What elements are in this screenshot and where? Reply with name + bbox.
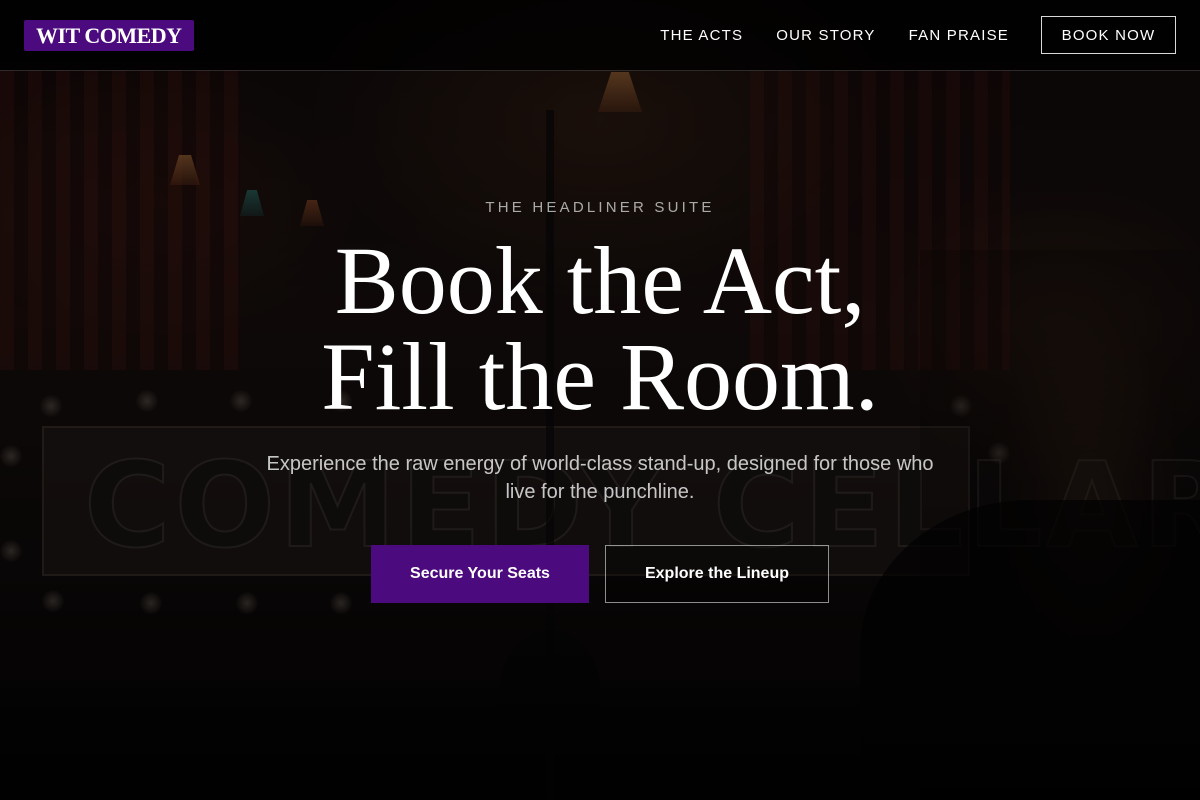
hero-section: COMEDY CELLAR WIT COMEDY THE ACTS OUR ST… bbox=[0, 0, 1200, 800]
secure-seats-button[interactable]: Secure Your Seats bbox=[371, 545, 589, 603]
main-nav: THE ACTS OUR STORY FAN PRAISE BOOK NOW bbox=[660, 16, 1176, 54]
brand-logo[interactable]: WIT COMEDY bbox=[24, 19, 194, 51]
hero-subtext: Experience the raw energy of world-class… bbox=[266, 453, 934, 503]
hero-headline: Book the Act, Fill the Room. bbox=[0, 233, 1200, 425]
hero-headline-line-2: Fill the Room. bbox=[321, 323, 879, 430]
site-header: WIT COMEDY THE ACTS OUR STORY FAN PRAISE… bbox=[0, 0, 1200, 71]
nav-link-the-acts[interactable]: THE ACTS bbox=[660, 27, 743, 44]
hero-eyebrow: THE HEADLINER SUITE bbox=[485, 199, 715, 216]
nav-link-fan-praise[interactable]: FAN PRAISE bbox=[909, 27, 1009, 44]
explore-lineup-button[interactable]: Explore the Lineup bbox=[605, 545, 829, 603]
book-now-button[interactable]: BOOK NOW bbox=[1041, 16, 1176, 54]
bottom-fade bbox=[0, 660, 1200, 800]
nav-link-our-story[interactable]: OUR STORY bbox=[776, 27, 875, 44]
hero-headline-line-1: Book the Act, bbox=[334, 227, 866, 334]
